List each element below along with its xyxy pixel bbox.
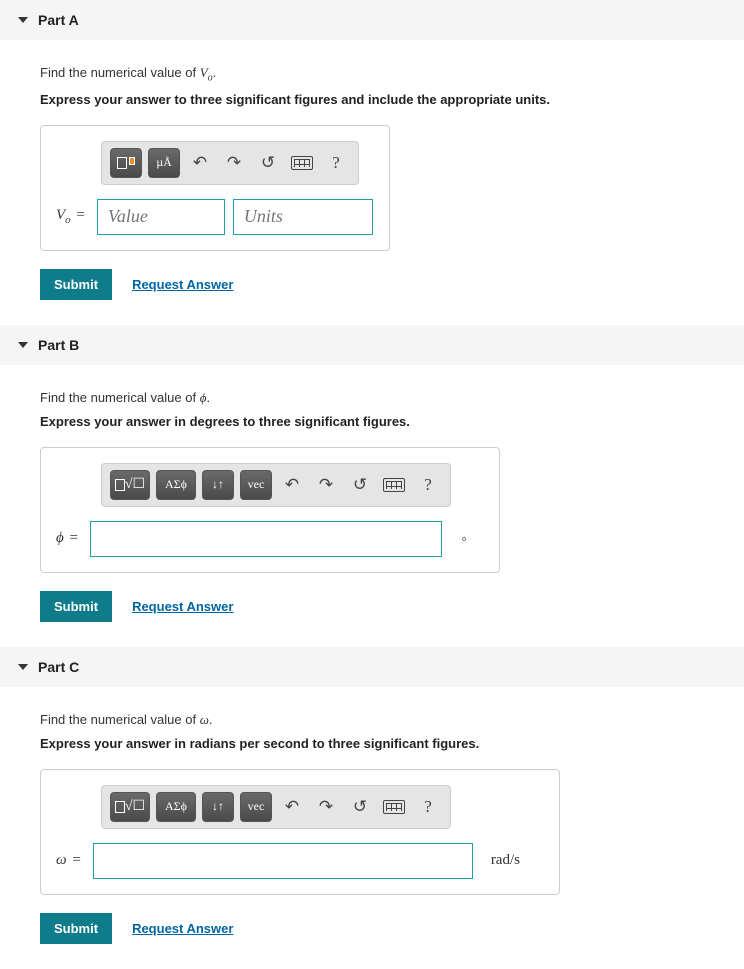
greek-tool-button[interactable]: ΑΣϕ (156, 792, 196, 822)
part-a-body: Find the numerical value of Vo. Express … (0, 40, 744, 315)
caret-down-icon (18, 17, 28, 23)
redo-icon[interactable]: ↷ (312, 470, 340, 500)
part-b-header[interactable]: Part B (0, 325, 744, 365)
part-b: Part B Find the numerical value of ϕ. Ex… (0, 325, 744, 637)
part-a: Part A Find the numerical value of Vo. E… (0, 0, 744, 315)
request-answer-link[interactable]: Request Answer (132, 921, 233, 936)
vec-tool-button[interactable]: vec (240, 792, 272, 822)
submit-button[interactable]: Submit (40, 591, 112, 622)
updown-tool-button[interactable]: ↓↑ (202, 470, 234, 500)
degree-unit: ∘ (460, 531, 468, 547)
redo-icon[interactable]: ↷ (312, 792, 340, 822)
part-b-input-row: ϕ = ∘ (56, 521, 484, 557)
reset-icon[interactable]: ↺ (346, 470, 374, 500)
request-answer-link[interactable]: Request Answer (132, 599, 233, 614)
part-c-answer-box: √☐ ΑΣϕ ↓↑ vec ↶ ↷ ↺ ? ω = rad/s (40, 769, 560, 895)
template-sqrt-icon[interactable]: √☐ (110, 470, 150, 500)
omega-input[interactable] (93, 843, 473, 879)
undo-icon[interactable]: ↶ (278, 470, 306, 500)
part-a-instruction: Express your answer to three significant… (40, 92, 704, 107)
value-input[interactable] (97, 199, 225, 235)
part-c-prompt: Find the numerical value of ω. (40, 712, 704, 728)
part-b-title: Part B (38, 337, 79, 353)
units-input[interactable] (233, 199, 373, 235)
part-b-lhs: ϕ = (56, 530, 78, 547)
part-a-toolbar: µÅ ↶ ↷ ↺ ? (101, 141, 359, 185)
template-icon[interactable] (110, 148, 142, 178)
keyboard-icon[interactable] (288, 148, 316, 178)
part-a-prompt: Find the numerical value of Vo. (40, 65, 704, 84)
part-a-actions: Submit Request Answer (40, 269, 704, 300)
help-icon[interactable]: ? (322, 148, 350, 178)
keyboard-icon[interactable] (380, 792, 408, 822)
part-c-title: Part C (38, 659, 79, 675)
updown-tool-button[interactable]: ↓↑ (202, 792, 234, 822)
part-c-input-row: ω = rad/s (56, 843, 544, 879)
part-b-body: Find the numerical value of ϕ. Express y… (0, 365, 744, 637)
part-c-body: Find the numerical value of ω. Express y… (0, 687, 744, 959)
help-icon[interactable]: ? (414, 470, 442, 500)
part-b-actions: Submit Request Answer (40, 591, 704, 622)
vec-tool-button[interactable]: vec (240, 470, 272, 500)
part-b-toolbar: √☐ ΑΣϕ ↓↑ vec ↶ ↷ ↺ ? (101, 463, 451, 507)
request-answer-link[interactable]: Request Answer (132, 277, 233, 292)
submit-button[interactable]: Submit (40, 913, 112, 944)
part-c-toolbar: √☐ ΑΣϕ ↓↑ vec ↶ ↷ ↺ ? (101, 785, 451, 829)
submit-button[interactable]: Submit (40, 269, 112, 300)
keyboard-icon[interactable] (380, 470, 408, 500)
part-a-title: Part A (38, 12, 79, 28)
undo-icon[interactable]: ↶ (186, 148, 214, 178)
part-a-lhs: Vo = (56, 207, 85, 226)
part-b-prompt: Find the numerical value of ϕ. (40, 390, 704, 406)
greek-tool-button[interactable]: ΑΣϕ (156, 470, 196, 500)
part-a-answer-box: µÅ ↶ ↷ ↺ ? Vo = (40, 125, 390, 251)
undo-icon[interactable]: ↶ (278, 792, 306, 822)
caret-down-icon (18, 664, 28, 670)
part-c-header[interactable]: Part C (0, 647, 744, 687)
part-a-input-row: Vo = (56, 199, 374, 235)
part-c-lhs: ω = (56, 852, 81, 869)
phi-input[interactable] (90, 521, 442, 557)
part-c-instruction: Express your answer in radians per secon… (40, 736, 704, 751)
reset-icon[interactable]: ↺ (254, 148, 282, 178)
template-sqrt-icon[interactable]: √☐ (110, 792, 150, 822)
caret-down-icon (18, 342, 28, 348)
help-icon[interactable]: ? (414, 792, 442, 822)
part-b-instruction: Express your answer in degrees to three … (40, 414, 704, 429)
part-b-answer-box: √☐ ΑΣϕ ↓↑ vec ↶ ↷ ↺ ? ϕ = ∘ (40, 447, 500, 573)
rads-unit: rad/s (491, 852, 520, 869)
redo-icon[interactable]: ↷ (220, 148, 248, 178)
reset-icon[interactable]: ↺ (346, 792, 374, 822)
units-tool-button[interactable]: µÅ (148, 148, 180, 178)
part-a-header[interactable]: Part A (0, 0, 744, 40)
part-c-actions: Submit Request Answer (40, 913, 704, 944)
part-c: Part C Find the numerical value of ω. Ex… (0, 647, 744, 959)
